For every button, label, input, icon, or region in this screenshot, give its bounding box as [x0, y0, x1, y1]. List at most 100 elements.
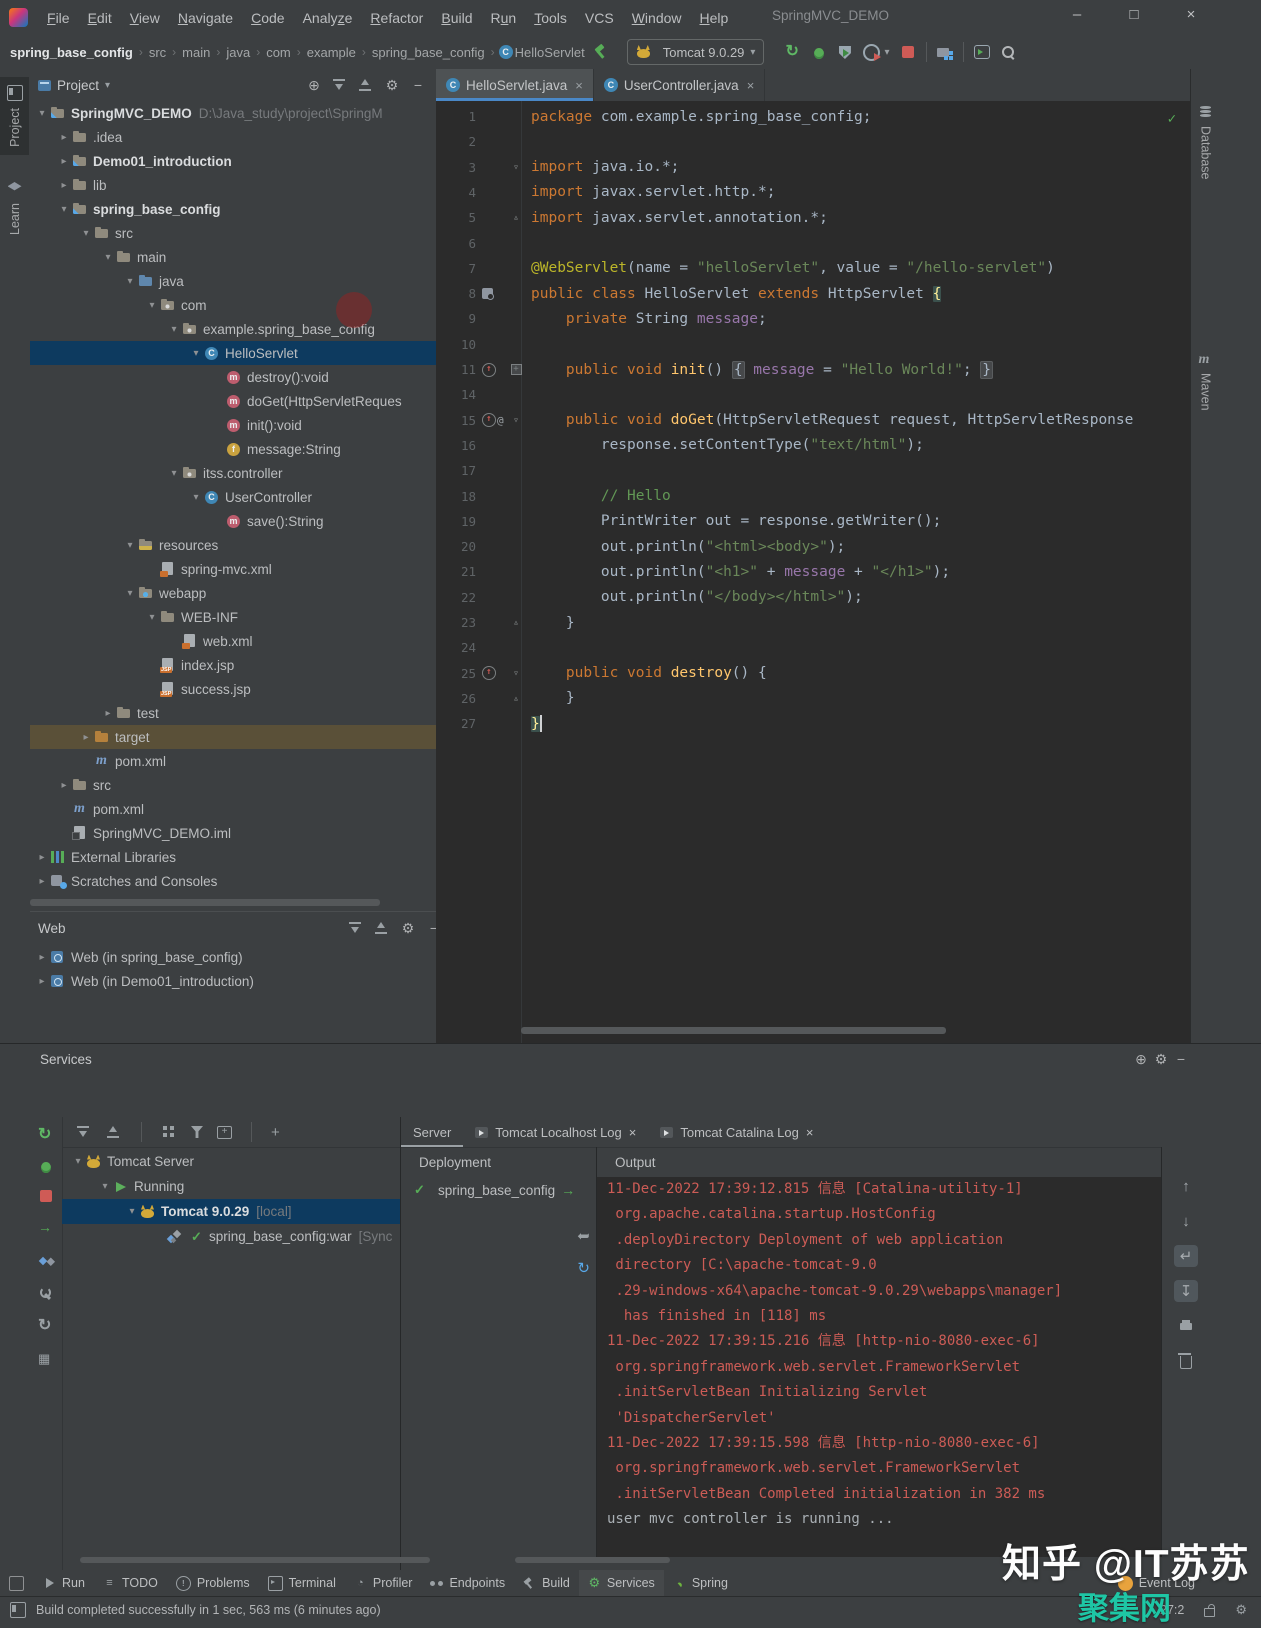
group-by-button[interactable] — [161, 1124, 177, 1140]
code-line[interactable]: 16 response.setContentType("text/html"); — [436, 433, 1190, 458]
tool-window-button-todo[interactable]: ≡TODO — [94, 1570, 167, 1596]
strip-tab-project[interactable]: Project — [0, 77, 29, 155]
settings-button[interactable]: ⚙ — [382, 75, 402, 95]
tree-arrow[interactable]: ▾ — [166, 468, 182, 479]
tab-close-icon[interactable]: × — [629, 1125, 637, 1140]
tree-arrow[interactable]: ▸ — [78, 732, 94, 743]
code-line[interactable]: 17 — [436, 458, 1190, 483]
undeploy-icon[interactable]: ➥ — [577, 1227, 590, 1245]
maximize-button[interactable]: □ — [1119, 6, 1149, 23]
tree-row[interactable]: message:String — [30, 437, 436, 461]
stop-server-button[interactable] — [40, 1190, 52, 1202]
layout-button[interactable]: ▦ — [38, 1351, 54, 1367]
settings-cloud-icon[interactable]: ⚙ — [1235, 1602, 1247, 1618]
tree-row[interactable]: ▾spring_base_config — [30, 197, 436, 221]
minimize-button[interactable]: – — [1062, 6, 1092, 23]
tree-row[interactable]: ▾UserController — [30, 485, 436, 509]
services-tab[interactable]: Tomcat Localhost Log× — [463, 1117, 648, 1147]
tree-arrow[interactable]: ▾ — [56, 204, 72, 215]
menu-build[interactable]: Build — [432, 10, 481, 26]
code-line[interactable]: 22 out.println("</body></html>"); — [436, 585, 1190, 610]
tree-arrow[interactable]: ▾ — [34, 108, 50, 119]
tree-row[interactable]: ▾main — [30, 245, 436, 269]
expand-all-button[interactable] — [346, 918, 366, 938]
tree-row[interactable]: ▾example.spring_base_config — [30, 317, 436, 341]
soft-wrap-toggle[interactable]: ↵ — [1174, 1245, 1198, 1267]
build-hammer-button[interactable] — [587, 40, 613, 64]
tree-arrow[interactable]: ▸ — [34, 952, 50, 963]
override-method-icon[interactable]: ↑ — [482, 413, 496, 427]
menu-window[interactable]: Window — [623, 10, 691, 26]
tree-row[interactable]: pom.xml — [30, 749, 436, 773]
fold-marker[interactable]: ▿ — [508, 668, 524, 679]
edit-configuration-button[interactable] — [38, 1285, 54, 1301]
settings-button[interactable]: ⚙ — [1151, 1049, 1171, 1069]
menu-navigate[interactable]: Navigate — [169, 10, 242, 26]
collapse-all-button[interactable] — [372, 918, 392, 938]
menu-analyze[interactable]: Analyze — [294, 10, 362, 26]
tree-row[interactable]: SpringMVC_DEMO.iml — [30, 821, 436, 845]
fold-marker[interactable]: ▿ — [508, 162, 524, 173]
add-frame-button[interactable]: + — [217, 1126, 232, 1139]
fold-marker[interactable]: + — [508, 364, 524, 375]
tab-close-icon[interactable]: × — [747, 78, 755, 93]
profiler-dropdown-icon[interactable]: ▾ — [884, 47, 889, 58]
close-button[interactable]: × — [1176, 6, 1206, 23]
profiler-button[interactable] — [858, 40, 884, 64]
tool-window-button-endpoints[interactable]: Endpoints — [421, 1570, 514, 1596]
tree-arrow[interactable]: ▸ — [56, 156, 72, 167]
breadcrumb-item[interactable]: HelloServlet — [513, 45, 587, 60]
code-line[interactable]: 3▿import java.io.*; — [436, 155, 1190, 180]
tool-window-button-spring[interactable]: ◗Spring — [664, 1570, 737, 1596]
tool-window-button-terminal[interactable]: Terminal — [259, 1570, 345, 1596]
tree-row[interactable]: ▸target — [30, 725, 436, 749]
editor-area[interactable]: CHelloServlet.java×CUserController.java×… — [436, 69, 1190, 1043]
menu-file[interactable]: File — [38, 10, 79, 26]
tree-row[interactable]: pom.xml — [30, 797, 436, 821]
tree-arrow[interactable]: ▸ — [56, 780, 72, 791]
code-line[interactable]: 27} — [436, 711, 1190, 736]
fold-marker[interactable]: ▵ — [508, 617, 524, 628]
stop-button[interactable] — [895, 40, 921, 64]
tree-row[interactable]: save():String — [30, 509, 436, 533]
tree-arrow[interactable]: ▾ — [122, 540, 138, 551]
tool-window-button-services[interactable]: ⚙Services — [579, 1570, 664, 1596]
deployment-row[interactable]: ✓spring_base_config→ — [401, 1177, 596, 1203]
tree-arrow[interactable]: ▾ — [97, 1181, 113, 1192]
code-line[interactable]: 2 — [436, 129, 1190, 154]
code-line[interactable]: 5▵import javax.servlet.annotation.*; — [436, 205, 1190, 230]
gutter-class-icon[interactable] — [482, 288, 493, 299]
tree-row[interactable]: ▾src — [30, 221, 436, 245]
code-line[interactable]: 6 — [436, 231, 1190, 256]
menu-help[interactable]: Help — [691, 10, 738, 26]
clear-all-button[interactable] — [1174, 1350, 1198, 1372]
code-line[interactable]: 10 — [436, 332, 1190, 357]
console-log[interactable]: 11-Dec-2022 17:39:12.815 信息 [Catalina-ut… — [597, 1177, 1162, 1557]
menu-view[interactable]: View — [121, 10, 169, 26]
chevron-down-icon[interactable]: ▾ — [105, 80, 110, 91]
code-line[interactable]: 7@WebServlet(name = "helloServlet", valu… — [436, 256, 1190, 281]
lock-icon[interactable] — [1204, 1608, 1215, 1617]
code-line[interactable]: 9 private String message; — [436, 306, 1190, 331]
search-everywhere-button[interactable] — [995, 40, 1021, 64]
print-button[interactable] — [1174, 1315, 1198, 1337]
tree-arrow[interactable]: ▾ — [124, 1206, 140, 1217]
breadcrumb-item[interactable]: spring_base_config — [8, 45, 135, 60]
collapse-all-button[interactable] — [106, 1124, 122, 1140]
tree-row[interactable]: success.jsp — [30, 677, 436, 701]
deploy-button[interactable]: → — [38, 1219, 54, 1235]
code-line[interactable]: 21 out.println("<h1>" + message + "</h1>… — [436, 559, 1190, 584]
run-button[interactable]: ↻ — [780, 40, 806, 64]
tree-row[interactable]: ▸lib — [30, 173, 436, 197]
code-line[interactable]: 25↑▿ public void destroy() { — [436, 661, 1190, 686]
expand-all-button[interactable] — [76, 1124, 92, 1140]
code-line[interactable]: 26▵ } — [436, 686, 1190, 711]
tree-row[interactable]: ✓spring_base_config:war[Sync — [62, 1224, 400, 1249]
tree-row[interactable]: ▾HelloServlet — [30, 341, 436, 365]
tree-arrow[interactable]: ▸ — [34, 976, 50, 987]
tree-row[interactable]: ▾Tomcat 9.0.29[local] — [62, 1199, 400, 1224]
tree-arrow[interactable]: ▾ — [100, 252, 116, 263]
tree-row[interactable]: ▸test — [30, 701, 436, 725]
tool-window-button-profiler[interactable]: ◔Profiler — [345, 1570, 422, 1596]
tree-row[interactable]: ▸.idea — [30, 125, 436, 149]
